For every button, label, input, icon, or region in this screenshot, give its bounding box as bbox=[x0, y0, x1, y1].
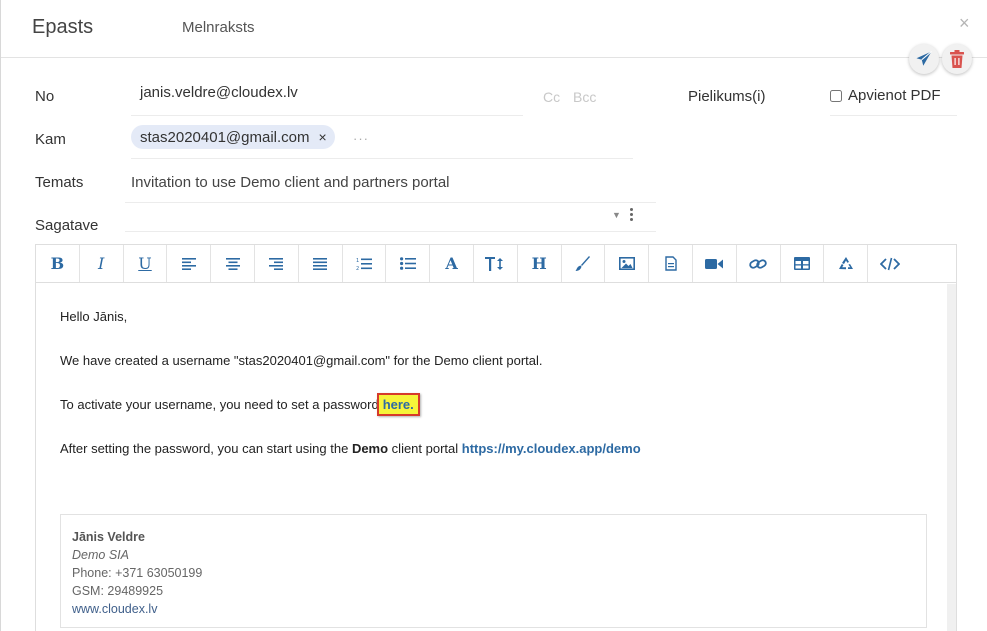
draft-status-label: Melnraksts bbox=[182, 19, 255, 36]
bcc-button[interactable]: Bcc bbox=[573, 89, 596, 105]
delete-button[interactable] bbox=[942, 44, 972, 74]
subject-label: Temats bbox=[35, 174, 84, 191]
editor-scrollbar[interactable] bbox=[947, 284, 956, 631]
body-line-3-bold: Demo bbox=[351, 441, 389, 456]
merge-pdf-checkbox[interactable] bbox=[830, 89, 842, 102]
attachments-label: Pielikums(i) bbox=[688, 88, 766, 105]
align-center-button[interactable] bbox=[211, 245, 255, 282]
editor-toolbar: B I U 12 A H bbox=[35, 244, 957, 283]
align-right-icon bbox=[269, 257, 284, 270]
template-label: Sagatave bbox=[35, 217, 99, 234]
subject-underline bbox=[125, 202, 656, 203]
set-password-link[interactable]: here. bbox=[376, 393, 420, 416]
greeting-text: Hello Jānis, bbox=[60, 309, 128, 324]
body-line-3: After setting the password, you can star… bbox=[60, 441, 641, 456]
bold-button[interactable]: B bbox=[36, 245, 80, 282]
recycle-icon bbox=[838, 257, 853, 270]
recycle-button[interactable] bbox=[824, 245, 869, 282]
font-size-button[interactable] bbox=[474, 245, 518, 282]
cc-button[interactable]: Cc bbox=[543, 89, 560, 105]
align-center-icon bbox=[225, 257, 240, 270]
ordered-list-button[interactable]: 12 bbox=[343, 245, 387, 282]
paint-brush-button[interactable] bbox=[562, 245, 606, 282]
italic-button[interactable]: I bbox=[80, 245, 124, 282]
merge-pdf-option[interactable]: Apvienot PDF bbox=[830, 87, 941, 104]
paper-plane-icon bbox=[916, 51, 932, 66]
link-icon bbox=[749, 258, 767, 269]
signature-gsm: GSM: 29489925 bbox=[72, 584, 164, 598]
align-left-icon bbox=[181, 257, 196, 270]
email-signature: Jānis Veldre Demo SIA Phone: +371 630501… bbox=[60, 514, 927, 628]
ordered-list-icon: 12 bbox=[356, 258, 372, 271]
signature-phone: Phone: +371 63050199 bbox=[72, 566, 203, 580]
template-more-icon[interactable] bbox=[629, 208, 635, 224]
heading-icon: H bbox=[531, 254, 547, 273]
image-button[interactable] bbox=[605, 245, 650, 282]
recipient-chip-label: stas2020401@gmail.com bbox=[140, 128, 310, 146]
table-icon bbox=[793, 257, 810, 270]
font-color-button[interactable]: A bbox=[430, 245, 474, 282]
signature-company: Demo SIA bbox=[72, 548, 129, 562]
align-left-button[interactable] bbox=[167, 245, 212, 282]
body-line-2: To activate your username, you need to s… bbox=[60, 393, 420, 416]
from-underline bbox=[131, 115, 523, 116]
portal-link[interactable]: https://my.cloudex.app/demo bbox=[462, 441, 641, 456]
body-line-3-text: After setting the password, you can star… bbox=[60, 441, 352, 456]
more-recipients-icon[interactable]: ··· bbox=[353, 131, 369, 146]
font-color-icon: A bbox=[445, 254, 458, 273]
code-view-button[interactable] bbox=[868, 245, 912, 282]
svg-text:2: 2 bbox=[356, 266, 359, 271]
svg-text:1: 1 bbox=[356, 258, 359, 264]
justify-icon bbox=[313, 257, 328, 270]
document-icon bbox=[664, 256, 677, 271]
merge-pdf-label: Apvienot PDF bbox=[848, 87, 941, 104]
underline-button[interactable]: U bbox=[124, 245, 168, 282]
table-button[interactable] bbox=[781, 245, 825, 282]
dialog-title: Epasts bbox=[32, 16, 94, 38]
to-underline bbox=[131, 158, 633, 159]
image-icon bbox=[618, 257, 635, 270]
bold-icon: B bbox=[50, 254, 65, 273]
document-button[interactable] bbox=[649, 245, 693, 282]
justify-button[interactable] bbox=[299, 245, 343, 282]
underline-icon: U bbox=[138, 254, 152, 273]
subject-field[interactable]: Invitation to use Demo client and partne… bbox=[131, 174, 450, 191]
font-size-icon bbox=[485, 256, 504, 271]
italic-icon: I bbox=[98, 254, 105, 273]
template-underline bbox=[125, 231, 656, 232]
dialog-header: Epasts Melnraksts × bbox=[1, 0, 987, 58]
trash-icon bbox=[950, 50, 964, 68]
code-icon bbox=[880, 257, 901, 270]
email-dialog: Epasts Melnraksts × No janis.veldre@clou… bbox=[0, 0, 987, 631]
attachments-underline bbox=[830, 115, 957, 116]
send-button[interactable] bbox=[909, 44, 939, 74]
bullet-list-button[interactable] bbox=[386, 245, 431, 282]
align-right-button[interactable] bbox=[255, 245, 299, 282]
video-button[interactable] bbox=[693, 245, 737, 282]
signature-name: Jānis Veldre bbox=[72, 530, 145, 544]
from-field[interactable]: janis.veldre@cloudex.lv bbox=[140, 84, 298, 101]
bullet-list-icon bbox=[399, 257, 416, 270]
recipient-chip[interactable]: stas2020401@gmail.com × bbox=[131, 125, 335, 149]
paint-brush-icon bbox=[575, 255, 590, 271]
body-line-3-mid: client portal bbox=[388, 441, 462, 456]
signature-website[interactable]: www.cloudex.lv bbox=[72, 600, 926, 618]
close-icon[interactable]: × bbox=[959, 14, 970, 32]
heading-button[interactable]: H bbox=[518, 245, 562, 282]
body-line-1: We have created a username "stas2020401@… bbox=[60, 353, 543, 368]
body-line-2-text: To activate your username, you need to s… bbox=[60, 397, 379, 412]
chevron-down-icon[interactable]: ▼ bbox=[612, 210, 621, 220]
from-label: No bbox=[35, 88, 55, 105]
to-label: Kam bbox=[35, 131, 66, 148]
video-icon bbox=[705, 258, 724, 269]
remove-recipient-icon[interactable]: × bbox=[318, 129, 326, 145]
link-button[interactable] bbox=[737, 245, 781, 282]
template-select[interactable] bbox=[125, 205, 605, 231]
